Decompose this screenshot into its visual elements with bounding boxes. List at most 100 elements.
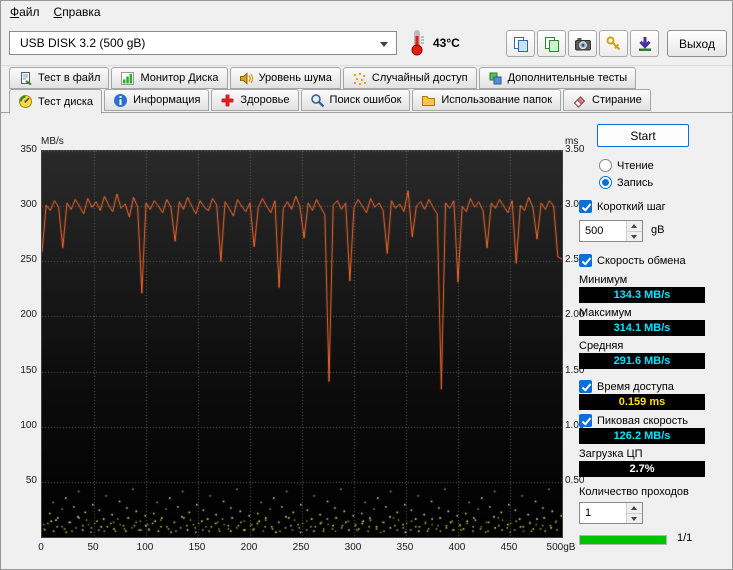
toolbar: USB DISK 3.2 (500 gB) 43°C Выход — [1, 23, 732, 66]
average-label: Средняя — [579, 340, 624, 352]
y-axis-left-tick: 300 — [20, 199, 37, 211]
tab-disk-test[interactable]: Тест диска — [9, 89, 103, 114]
tab-random-access[interactable]: Случайный доступ — [342, 67, 477, 89]
x-axis-tick: 300 — [344, 542, 362, 553]
average-value: 291.6 MB/s — [579, 353, 705, 369]
radio-write[interactable]: Запись — [599, 176, 653, 189]
temperature-value: 43°C — [433, 36, 460, 50]
x-axis-tick: 0 — [38, 542, 44, 553]
checkbox-access-time[interactable]: Время доступа — [579, 380, 674, 393]
pass-count-input[interactable] — [580, 503, 626, 523]
copy-button[interactable] — [506, 30, 535, 57]
y-axis-left-tick: 150 — [20, 364, 37, 376]
export-button[interactable] — [537, 30, 566, 57]
tab-label: Монитор Диска — [140, 72, 219, 84]
pass-count-spinner — [579, 502, 643, 524]
file-test-icon — [21, 71, 32, 85]
x-axis-tick: 400 — [448, 542, 466, 553]
checkbox-exchange-speed[interactable]: Скорость обмена — [579, 254, 686, 267]
chevron-down-icon — [380, 42, 388, 47]
tab-extra-tests[interactable]: Дополнительные тесты — [478, 67, 637, 89]
content-area: MB/s ms 350 3.50 300 3.00 250 2.50 200 2.00 150 1… — [1, 112, 732, 569]
tab-label: Уровень шума — [258, 72, 332, 84]
pass-count-label: Количество проходов — [579, 486, 689, 498]
noise-level-icon — [239, 71, 253, 85]
x-axis-tick: 150 — [188, 542, 206, 553]
x-axis-tick: 50 — [87, 542, 99, 553]
license-button[interactable] — [599, 30, 628, 57]
checkbox-short-step[interactable]: Короткий шаг — [579, 200, 666, 213]
benchmark-plot — [41, 150, 563, 538]
tab-erase[interactable]: Стирание — [563, 89, 651, 111]
peak-speed-label: Пиковая скорость — [597, 414, 689, 427]
error-search-icon — [310, 93, 324, 107]
spin-down-button[interactable] — [627, 513, 642, 523]
y-axis-left-tick: 250 — [20, 254, 37, 266]
tab-health[interactable]: Здоровье — [211, 89, 299, 111]
checkbox-peak-speed[interactable]: Пиковая скорость — [579, 414, 688, 427]
random-access-icon — [353, 72, 366, 85]
maximum-label: Максимум — [579, 307, 632, 319]
exit-button[interactable]: Выход — [667, 30, 727, 57]
app-window: Файл Справка USB DISK 3.2 (500 gB) 43°C — [0, 0, 733, 570]
y-axis-left-title: MB/s — [41, 136, 64, 147]
radio-write-label: Запись — [617, 176, 654, 189]
minimum-value: 134.3 MB/s — [579, 287, 705, 303]
tab-label: Здоровье — [240, 94, 290, 106]
tab-label: Поиск ошибок — [329, 94, 402, 106]
x-axis-tick: 100 — [136, 542, 154, 553]
x-axis-tick: 500gB — [546, 542, 576, 553]
start-button[interactable]: Start — [597, 124, 689, 147]
tab-label: Случайный доступ — [371, 72, 468, 84]
x-axis-tick: 250 — [292, 542, 310, 553]
tab-file-test[interactable]: Тест в файл — [9, 67, 110, 89]
access-time-value: 0.159 ms — [579, 394, 705, 410]
y-axis-left-tick: 350 — [20, 144, 37, 155]
update-button[interactable] — [630, 30, 659, 57]
tab-label: Информация — [133, 94, 201, 106]
x-axis-tick: 350 — [396, 542, 414, 553]
pass-progress-fill — [580, 536, 666, 544]
menu-bar: Файл Справка — [1, 1, 732, 23]
access-time-label: Время доступа — [597, 380, 674, 393]
device-select[interactable]: USB DISK 3.2 (500 gB) — [9, 31, 397, 55]
short-step-spinner — [579, 220, 643, 242]
tab-row-primary: Тест диска Информация Здоровье Поиск оши… — [9, 89, 651, 114]
health-cross-icon — [221, 94, 234, 106]
menu-help[interactable]: Справка — [47, 2, 108, 22]
extra-tests-icon — [489, 72, 502, 84]
checkbox-checked-icon — [579, 414, 592, 427]
device-select-value: USB DISK 3.2 (500 gB) — [20, 36, 146, 50]
spinner-buttons — [626, 503, 642, 523]
menu-file[interactable]: Файл — [3, 2, 47, 22]
download-arrow-icon — [638, 36, 651, 51]
screenshot-button[interactable] — [568, 30, 597, 57]
tab-label: Стирание — [592, 94, 642, 106]
spin-up-button[interactable] — [627, 503, 642, 514]
tab-folder-usage[interactable]: Использование папок — [412, 89, 562, 111]
spinner-buttons — [626, 221, 642, 241]
short-step-input[interactable] — [580, 221, 626, 241]
copy-pages-blue-icon — [513, 36, 528, 52]
camera-icon — [574, 37, 591, 50]
spin-up-button[interactable] — [627, 221, 642, 232]
checkbox-checked-icon — [579, 200, 592, 213]
checkbox-checked-icon — [579, 380, 592, 393]
speed-chart: MB/s ms 350 3.50 300 3.00 250 2.50 200 2.00 150 1… — [9, 124, 601, 569]
folder-usage-icon — [422, 95, 436, 106]
radio-read[interactable]: Чтение — [599, 159, 654, 172]
tab-information[interactable]: Информация — [104, 89, 210, 111]
disk-test-gauge-icon — [19, 95, 32, 108]
y-axis-left-tick: 100 — [20, 419, 37, 431]
radio-read-circle — [599, 159, 612, 172]
tab-noise-level[interactable]: Уровень шума — [229, 67, 341, 89]
thermometer-icon — [409, 29, 425, 60]
spin-down-button[interactable] — [627, 231, 642, 241]
tab-label: Тест диска — [38, 95, 94, 108]
peak-speed-value: 126.2 MB/s — [579, 428, 705, 444]
disk-monitor-icon — [121, 71, 135, 85]
erase-icon — [573, 95, 586, 108]
tab-error-search[interactable]: Поиск ошибок — [300, 89, 411, 111]
tab-disk-monitor[interactable]: Монитор Диска — [111, 67, 228, 89]
pass-progress-label: 1/1 — [677, 532, 693, 544]
